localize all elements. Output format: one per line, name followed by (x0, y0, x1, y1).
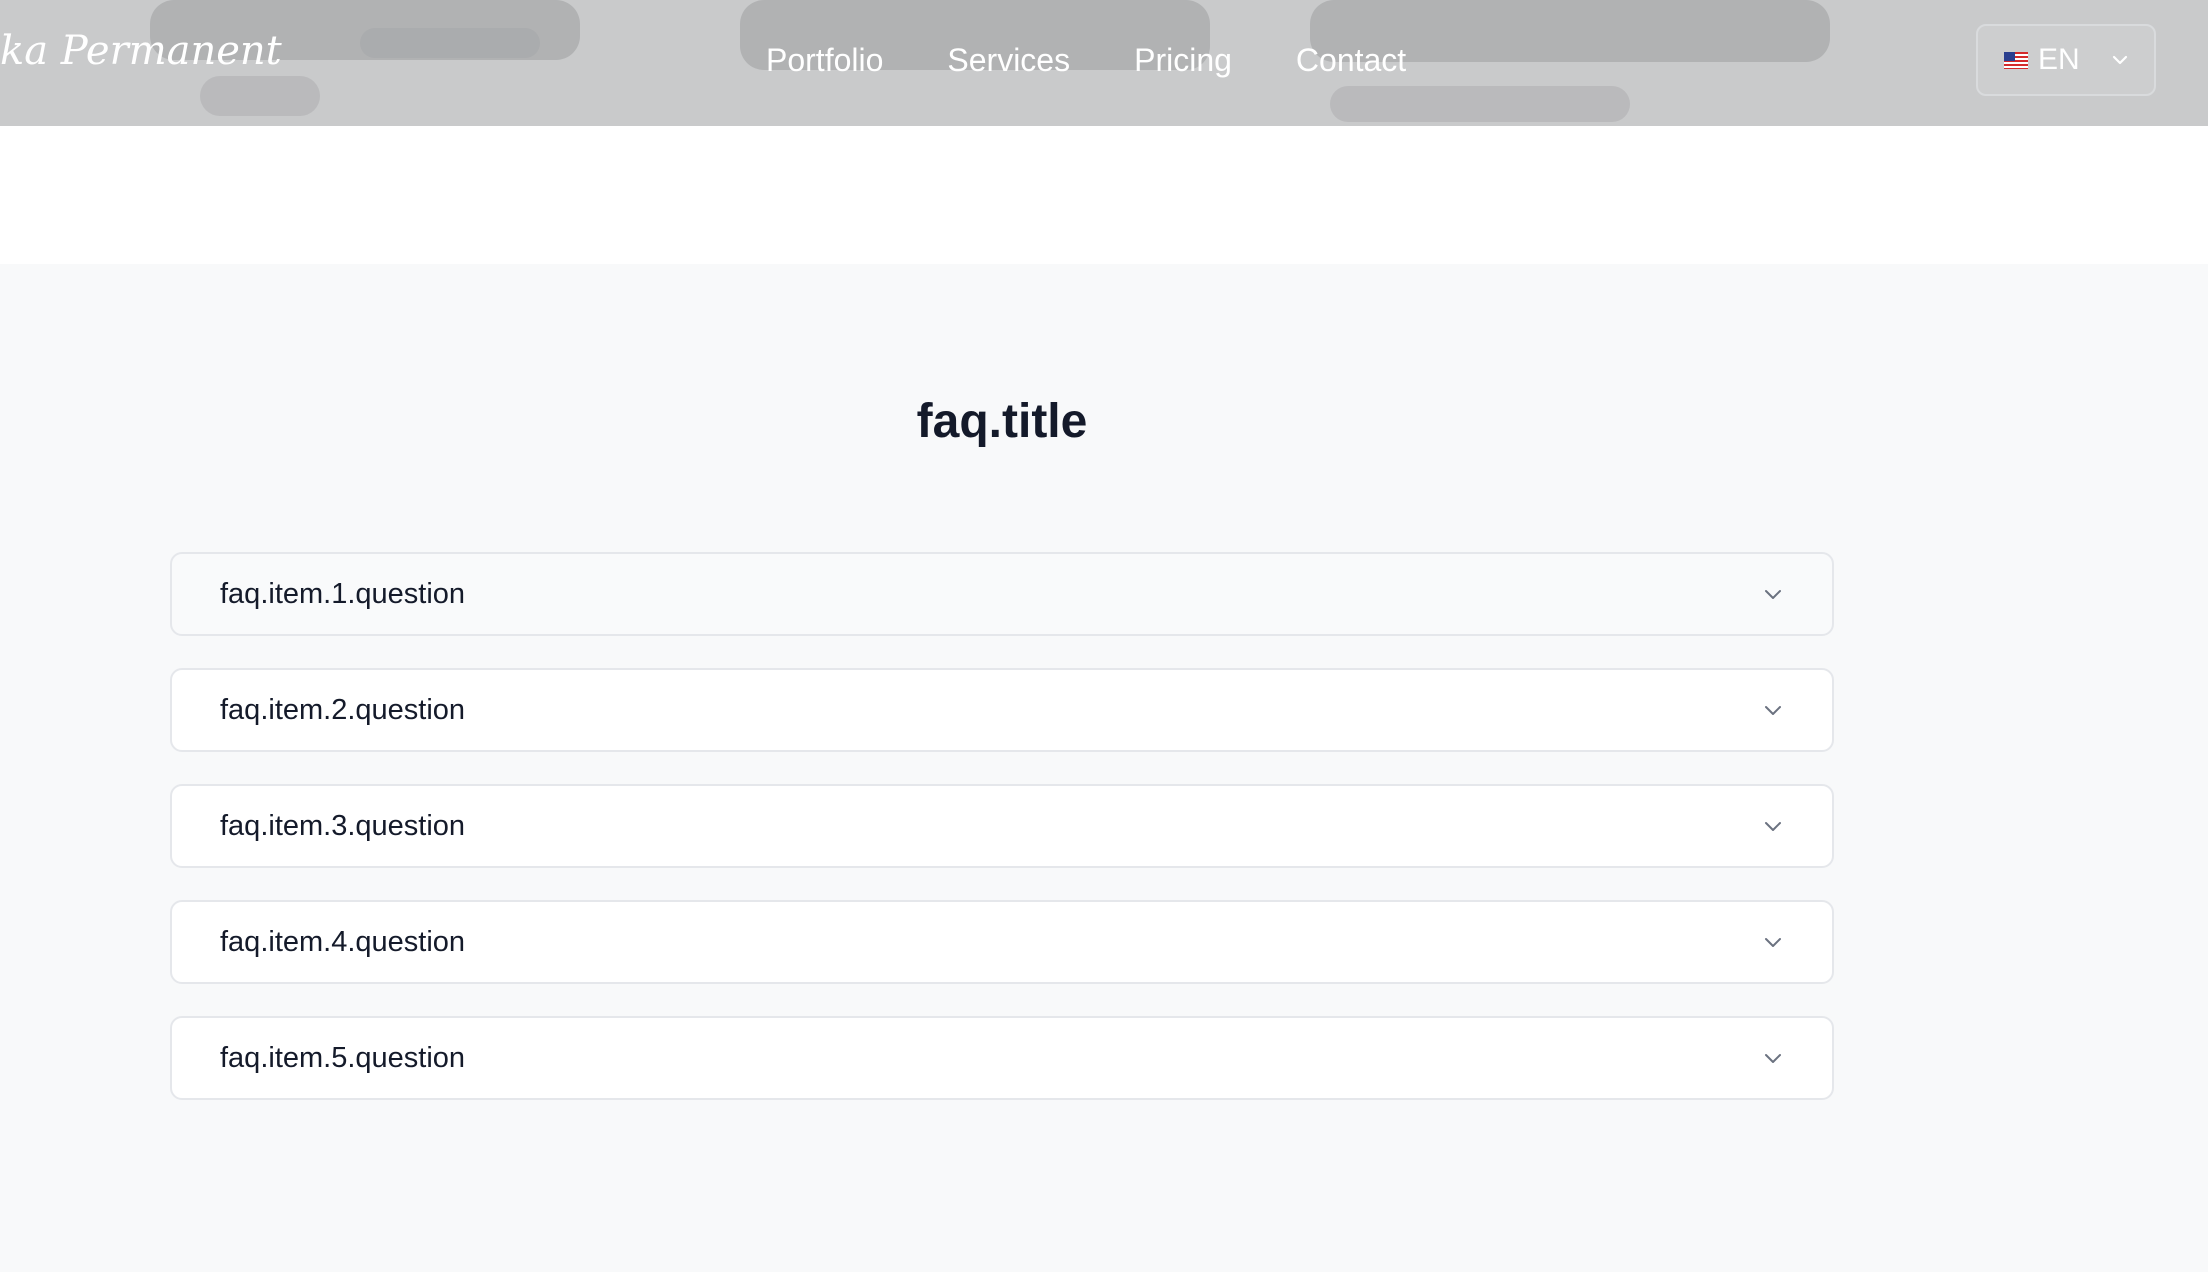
header-backdrop (200, 76, 320, 116)
nav-link-contact[interactable]: Contact (1296, 38, 1406, 82)
header-backdrop (360, 28, 540, 58)
language-label: EN (2038, 43, 2080, 76)
previous-section (0, 126, 2208, 264)
faq-question: faq.item.4.question (220, 925, 466, 958)
site-logo[interactable]: ka Permanent (0, 28, 282, 74)
header-backdrop (1330, 86, 1630, 122)
faq-section: faq.title faq.item.1.question faq.item.2… (0, 264, 2208, 1272)
chevron-down-icon (2112, 55, 2127, 65)
faq-item-2[interactable]: faq.item.2.question (170, 668, 1834, 752)
us-flag-icon (2004, 51, 2028, 69)
site-header: ka Permanent Portfolio Services Pricing … (0, 0, 2208, 126)
faq-question: faq.item.1.question (220, 577, 466, 610)
faq-question: faq.item.3.question (220, 809, 466, 842)
faq-list: faq.item.1.question faq.item.2.question … (170, 552, 1834, 1132)
chevron-down-icon (1765, 1054, 1781, 1063)
faq-item-3[interactable]: faq.item.3.question (170, 784, 1834, 868)
chevron-down-icon (1765, 938, 1781, 947)
nav-link-services[interactable]: Services (947, 38, 1070, 82)
faq-question: faq.item.5.question (220, 1041, 466, 1074)
chevron-down-icon (1765, 706, 1781, 715)
faq-item-1[interactable]: faq.item.1.question (170, 552, 1834, 636)
chevron-down-icon (1765, 822, 1781, 831)
main-nav: Portfolio Services Pricing Contact (766, 38, 1406, 82)
faq-question: faq.item.2.question (220, 693, 466, 726)
faq-item-5[interactable]: faq.item.5.question (170, 1016, 1834, 1100)
language-selector[interactable]: EN (1976, 24, 2156, 96)
faq-title: faq.title (916, 395, 1088, 448)
faq-item-4[interactable]: faq.item.4.question (170, 900, 1834, 984)
nav-link-pricing[interactable]: Pricing (1134, 38, 1232, 82)
nav-link-portfolio[interactable]: Portfolio (766, 38, 883, 82)
chevron-down-icon (1765, 590, 1781, 599)
